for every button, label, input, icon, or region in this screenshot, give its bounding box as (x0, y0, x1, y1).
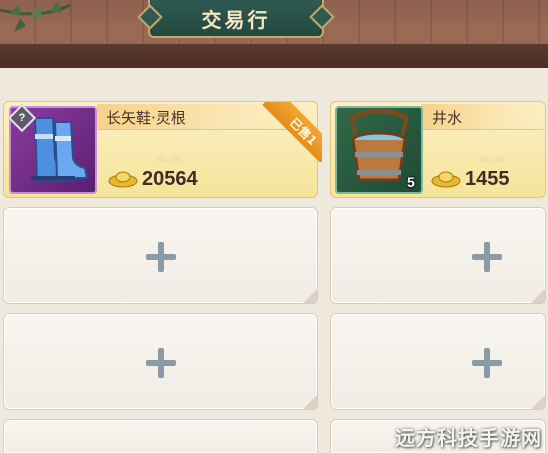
sold-count-label: 已售1 (287, 114, 321, 148)
plus-icon (472, 348, 502, 378)
trading-house-header: 交易行 (0, 0, 548, 68)
site-watermark: 远方科技手游网 (395, 426, 542, 450)
empty-listing-slot[interactable] (3, 419, 318, 453)
item-quantity: 5 (407, 174, 415, 190)
gold-ingot-icon (108, 171, 138, 188)
item-price: 1455 (465, 168, 510, 190)
plus-icon (146, 348, 176, 378)
listing-card-boots[interactable]: 长矢鞋·灵根 ? 20564 已售1 (3, 101, 322, 198)
slot-corner-decoration (303, 395, 317, 409)
sold-ribbon: 已售1 (252, 102, 322, 162)
slot-corner-decoration (531, 289, 545, 303)
empty-listing-slot[interactable] (3, 207, 318, 304)
header-beam (0, 44, 548, 68)
plus-icon (472, 242, 502, 272)
item-price: 20564 (142, 168, 198, 190)
item-name: 长矢鞋·灵根 (106, 109, 186, 127)
gold-ingot-decoration-icon (479, 152, 505, 163)
plus-icon (146, 242, 176, 272)
slot-corner-decoration (531, 395, 545, 409)
gold-ingot-icon (431, 171, 461, 188)
question-mark-icon: ? (18, 112, 26, 124)
slot-corner-decoration (303, 289, 317, 303)
empty-listing-slot[interactable] (3, 313, 318, 410)
empty-listing-slot[interactable] (330, 313, 546, 410)
listing-card-well-water[interactable]: 井水 5 1455 (330, 101, 546, 198)
page-title: 交易行 (201, 7, 271, 32)
title-plaque: 交易行 (148, 0, 324, 38)
gold-ingot-decoration-icon (156, 152, 182, 163)
empty-listing-slot[interactable] (330, 207, 546, 304)
item-name: 井水 (432, 109, 463, 127)
